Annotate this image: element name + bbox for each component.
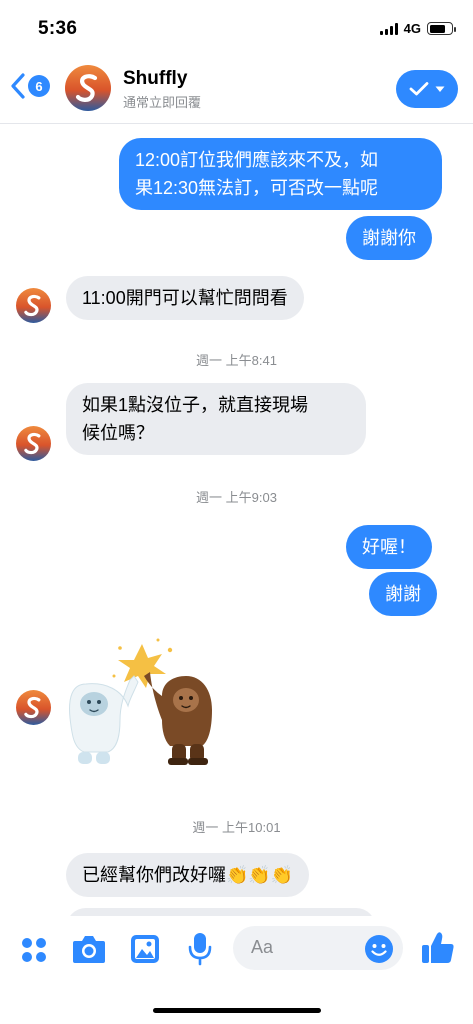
composer-bar: Aa [0, 916, 473, 986]
outgoing-message[interactable]: 謝謝你 [346, 216, 432, 260]
network-type: 4G [403, 21, 421, 36]
signal-icon [379, 22, 398, 35]
contact-avatar-small[interactable] [16, 288, 51, 323]
thumbs-up-icon[interactable] [420, 930, 456, 966]
status-time: 5:36 [38, 18, 78, 39]
incoming-message[interactable]: 已經幫你們改好囉👏👏👏 [66, 853, 310, 897]
done-button[interactable] [396, 70, 458, 108]
status-bar: 5:36 4G [0, 0, 473, 56]
battery-icon [427, 22, 456, 35]
contact-avatar-small[interactable] [16, 426, 51, 461]
emoji-icon[interactable] [364, 934, 394, 964]
outgoing-message[interactable]: 12:00訂位我們應該來不及，如 果12:30無法訂，可否改一點呢 [119, 138, 442, 210]
outgoing-message[interactable]: 好喔！ [346, 525, 432, 569]
message-timestamp: 週一 上午8:41 [196, 353, 277, 368]
outgoing-message[interactable]: 謝謝 [369, 572, 437, 616]
incoming-message[interactable]: 11:00開門可以幫忙問問看 [66, 276, 304, 320]
contact-avatar[interactable] [65, 65, 111, 111]
contact-name[interactable]: Shuffly [123, 68, 187, 90]
contact-status: 通常立即回覆 [123, 95, 202, 110]
back-button[interactable]: 6 [10, 73, 50, 99]
message-timestamp: 週一 上午9:03 [196, 490, 277, 505]
camera-icon[interactable] [71, 933, 107, 965]
unread-count-badge: 6 [28, 75, 50, 97]
gallery-icon[interactable] [129, 933, 161, 965]
chevron-left-icon [11, 73, 25, 99]
chevron-down-icon [435, 86, 445, 92]
menu-dots-icon[interactable] [20, 936, 48, 964]
chat-header: 6 Shuffly 通常立即回覆 [0, 56, 473, 124]
yeti-bigfoot-high-five-sticker[interactable] [62, 636, 222, 768]
check-icon [409, 82, 429, 96]
message-input-placeholder: Aa [251, 937, 274, 957]
home-indicator [153, 1008, 321, 1013]
status-indicators: 4G [379, 21, 456, 36]
message-timestamp: 週一 上午10:01 [192, 820, 281, 835]
microphone-icon[interactable] [187, 931, 213, 967]
incoming-message[interactable]: 如果1點沒位子，就直接現場 候位嗎？ [66, 383, 366, 455]
contact-avatar-small[interactable] [16, 690, 51, 725]
